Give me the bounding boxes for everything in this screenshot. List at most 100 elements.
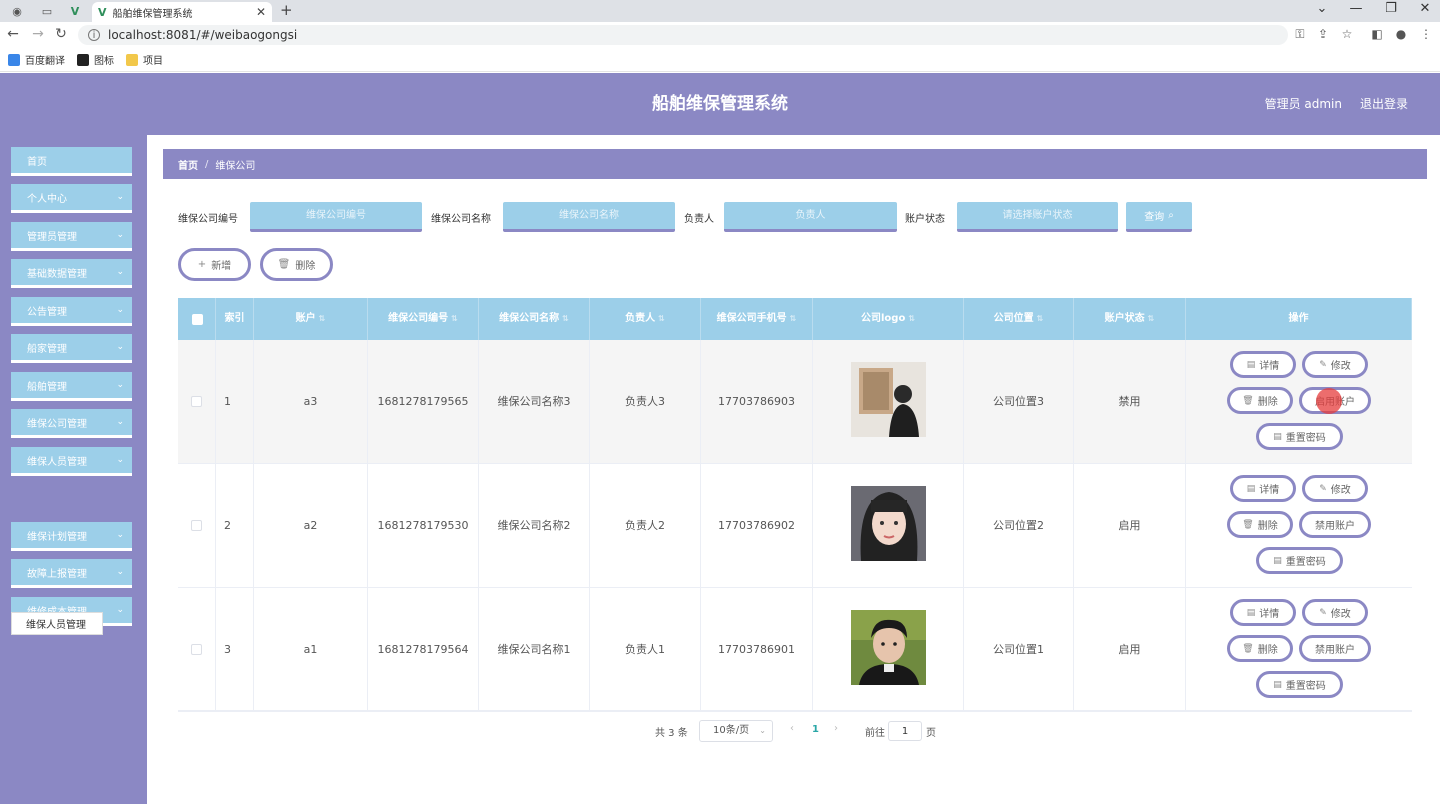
column-header-7[interactable]: 公司位置 ⇅ (964, 298, 1074, 340)
cell-manager: 负责人1 (590, 588, 701, 712)
browser-tab-active[interactable]: V 船舶维保管理系统 ✕ (92, 2, 272, 22)
search-button[interactable]: 查询 ⌕ (1126, 202, 1192, 232)
company-code-input[interactable] (250, 202, 422, 232)
sidebar-item-7[interactable]: 维保公司管理 ⌄ (11, 409, 132, 438)
chevron-down-icon: ⌄ (116, 305, 124, 315)
chevron-down-icon: ⌄ (116, 380, 124, 390)
sidebar-item-10[interactable]: 故障上报管理 ⌄ (11, 559, 132, 588)
sidebar-item-4[interactable]: 公告管理 ⌄ (11, 297, 132, 326)
row-checkbox[interactable] (191, 396, 202, 407)
column-header-8[interactable]: 账户状态 ⇅ (1074, 298, 1186, 340)
column-header-4[interactable]: 负责人 ⇅ (590, 298, 701, 340)
page-size-select[interactable]: 10条/页 ⌄ (699, 720, 773, 742)
mail-icon[interactable]: ▭ (34, 2, 60, 20)
cell-location: 公司位置3 (964, 340, 1074, 464)
menu-dots-icon[interactable]: ⋮ (1418, 27, 1434, 41)
company-logo-image[interactable] (851, 486, 926, 561)
sort-icon[interactable]: ⇅ (790, 314, 797, 323)
chevron-down-icon: ⌄ (116, 267, 124, 277)
chevron-down-icon[interactable]: ⌄ (1312, 1, 1332, 16)
header-select-all[interactable] (178, 298, 216, 340)
vue-logo-icon[interactable]: V (62, 2, 88, 20)
reset-password-button[interactable]: ▤ 重置密码 (1256, 423, 1343, 450)
cell-name: 维保公司名称3 (479, 340, 590, 464)
sidepanel-icon[interactable]: ◧ (1369, 27, 1385, 41)
sidebar-item-0[interactable]: 首页 (11, 147, 132, 176)
toggle-account-button[interactable]: 禁用账户 (1299, 511, 1371, 538)
sort-icon[interactable]: ⇅ (319, 314, 326, 323)
sidebar-item-2[interactable]: 管理员管理 ⌄ (11, 222, 132, 251)
url-field[interactable]: i localhost:8081/#/weibaogongsi (78, 25, 1288, 45)
cell-account: a3 (254, 340, 368, 464)
company-logo-image[interactable] (851, 610, 926, 685)
next-page-icon[interactable]: › (834, 723, 838, 734)
toggle-account-button[interactable]: 禁用账户 (1299, 635, 1371, 662)
goto-page-input[interactable] (888, 721, 922, 741)
sidebar-subitem-maintenance-staff[interactable]: 维保人员管理 (11, 612, 103, 635)
sort-icon[interactable]: ⇅ (1148, 314, 1155, 323)
pagination-total: 共 3 条 (655, 728, 688, 739)
bookmark-project[interactable]: 项目 (126, 52, 163, 67)
close-icon[interactable]: ✕ (256, 5, 266, 19)
detail-button[interactable]: ▤ 详情 (1230, 599, 1296, 626)
column-header-1[interactable]: 账户 ⇅ (254, 298, 368, 340)
vue-logo-icon: V (98, 5, 107, 19)
restore-icon[interactable]: ❐ (1381, 1, 1401, 16)
share-icon[interactable]: ⇪ (1315, 27, 1331, 41)
column-header-6[interactable]: 公司logo ⇅ (813, 298, 964, 340)
new-tab-icon[interactable]: + (280, 1, 293, 19)
sidebar-item-5[interactable]: 船家管理 ⌄ (11, 334, 132, 363)
sidebar-item-1[interactable]: 个人中心 ⌄ (11, 184, 132, 213)
edit-button[interactable]: ✎ 修改 (1302, 599, 1368, 626)
star-icon[interactable]: ☆ (1339, 27, 1355, 41)
prev-page-icon[interactable]: ‹ (790, 723, 794, 734)
sidebar-item-9[interactable]: 维保计划管理 ⌄ (11, 522, 132, 551)
profile-icon[interactable]: ● (1393, 27, 1409, 41)
edit-button[interactable]: ✎ 修改 (1302, 351, 1368, 378)
sidebar-item-3[interactable]: 基础数据管理 ⌄ (11, 259, 132, 288)
company-logo-image[interactable] (851, 362, 926, 437)
row-checkbox[interactable] (191, 644, 202, 655)
detail-button[interactable]: ▤ 详情 (1230, 351, 1296, 378)
sort-icon[interactable]: ⇅ (908, 314, 915, 323)
sidebar-item-8[interactable]: 维保人员管理 ⌄ (11, 447, 132, 476)
delete-button[interactable]: 🗑 删除 (1227, 387, 1293, 414)
sidebar-item-6[interactable]: 船舶管理 ⌄ (11, 372, 132, 401)
pencil-icon: ✎ (1319, 607, 1327, 618)
forward-icon[interactable]: → (29, 26, 47, 42)
column-header-3[interactable]: 维保公司名称 ⇅ (479, 298, 590, 340)
column-header-5[interactable]: 维保公司手机号 ⇅ (701, 298, 813, 340)
detail-button[interactable]: ▤ 详情 (1230, 475, 1296, 502)
add-button[interactable]: + 新增 (178, 248, 251, 281)
account-status-select[interactable] (957, 202, 1118, 232)
breadcrumb-home[interactable]: 首页 (178, 157, 198, 172)
minimize-icon[interactable]: — (1346, 1, 1366, 16)
row-select-cell (178, 464, 216, 588)
row-checkbox[interactable] (191, 520, 202, 531)
back-icon[interactable]: ← (4, 26, 22, 42)
sort-icon[interactable]: ⇅ (451, 314, 458, 323)
delete-button[interactable]: 🗑 删除 (1227, 511, 1293, 538)
cell-index: 2 (216, 464, 254, 588)
page-number-current[interactable]: 1 (812, 724, 819, 735)
bookmark-translate[interactable]: 百度翻译 (8, 52, 65, 67)
reset-password-button[interactable]: ▤ 重置密码 (1256, 671, 1343, 698)
sort-icon[interactable]: ⇅ (562, 314, 569, 323)
delete-button[interactable]: 🗑 删除 (1227, 635, 1293, 662)
globe-icon[interactable]: ◉ (4, 2, 30, 20)
select-all-checkbox[interactable] (192, 314, 203, 325)
key-icon[interactable]: ⚿ (1292, 27, 1308, 42)
sort-icon[interactable]: ⇅ (1037, 314, 1044, 323)
bookmark-icons[interactable]: 图标 (77, 52, 114, 67)
company-name-input[interactable] (503, 202, 675, 232)
manager-input[interactable] (724, 202, 897, 232)
window-close-icon[interactable]: ✕ (1415, 1, 1435, 16)
batch-delete-button[interactable]: 🗑 删除 (260, 248, 333, 281)
logout-link[interactable]: 退出登录 (1360, 73, 1408, 135)
reset-password-button[interactable]: ▤ 重置密码 (1256, 547, 1343, 574)
info-icon[interactable]: i (88, 29, 100, 41)
sort-icon[interactable]: ⇅ (658, 314, 665, 323)
reload-icon[interactable]: ↻ (52, 26, 70, 42)
edit-button[interactable]: ✎ 修改 (1302, 475, 1368, 502)
column-header-2[interactable]: 维保公司编号 ⇅ (368, 298, 479, 340)
